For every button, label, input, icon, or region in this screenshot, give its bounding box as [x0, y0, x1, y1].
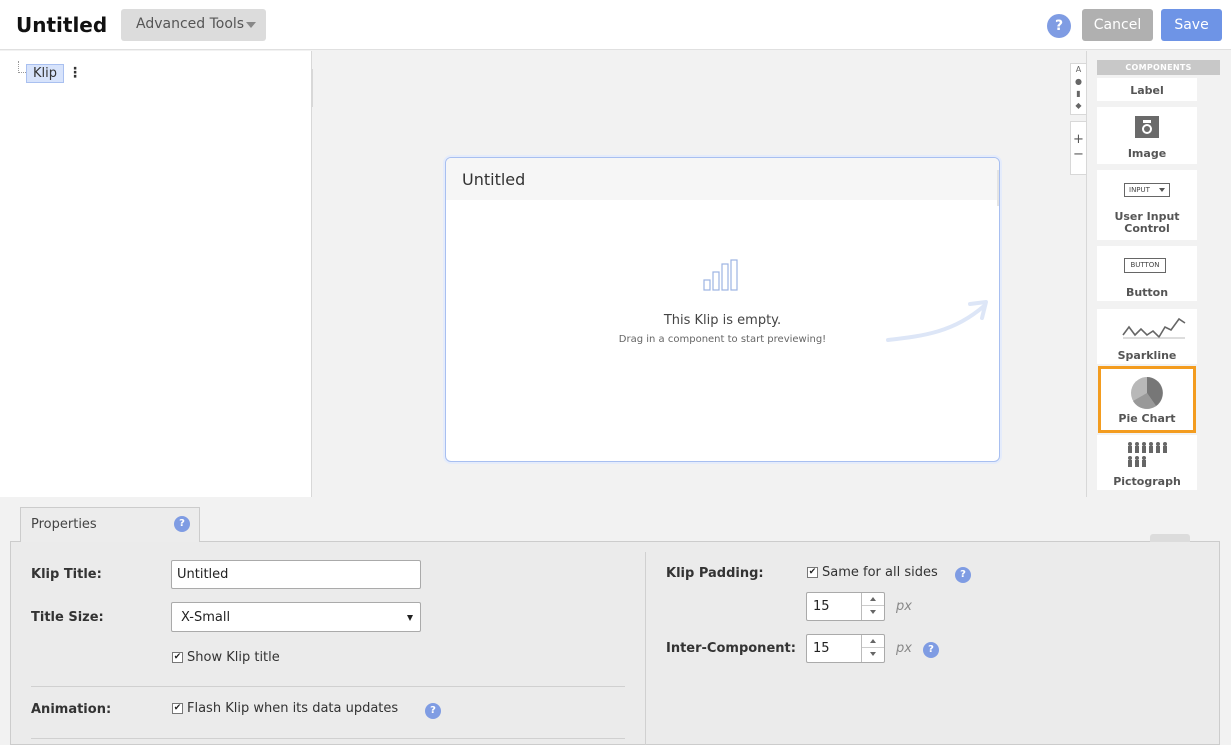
same-sides-checkbox[interactable]: ✔: [807, 567, 818, 578]
panel-collapse-handle[interactable]: [1150, 534, 1190, 542]
component-label[interactable]: Label: [1097, 78, 1197, 101]
inter-component-value: 15: [813, 641, 830, 656]
component-pictograph-text: Pictograph: [1113, 475, 1181, 488]
flash-klip-label: Flash Klip when its data updates: [187, 701, 399, 716]
advanced-tools-dropdown[interactable]: Advanced Tools: [121, 9, 266, 41]
component-image-text: Image: [1127, 147, 1167, 160]
cancel-button[interactable]: Cancel: [1082, 9, 1153, 41]
help-icon[interactable]: ?: [1047, 14, 1071, 38]
decrement-button[interactable]: [862, 606, 884, 619]
tree-node-klip[interactable]: Klip: [26, 64, 65, 83]
input-dropdown-icon: INPUT: [1124, 183, 1170, 197]
component-type-toolbar: A ● ▮ ◆: [1070, 63, 1087, 115]
component-pie-chart-text: Pie Chart: [1118, 412, 1176, 425]
klip-scrollbar[interactable]: [997, 170, 999, 206]
inter-component-stepper[interactable]: 15: [806, 634, 885, 663]
drag-arrow-icon: [886, 300, 988, 342]
tab-properties-label: Properties: [31, 517, 97, 532]
padding-value: 15: [813, 599, 830, 614]
padding-stepper[interactable]: 15: [806, 592, 885, 621]
column-divider: [645, 552, 646, 745]
decrement-button[interactable]: [862, 648, 884, 661]
pictograph-icon: [1128, 442, 1167, 467]
component-sparkline-text: Sparkline: [1117, 349, 1177, 362]
component-user-input-text: User Input Control: [1114, 210, 1180, 235]
klip-title-label: Klip Title:: [31, 567, 102, 582]
component-image[interactable]: Image: [1097, 107, 1197, 164]
zoom-toolbar: + −: [1070, 121, 1087, 175]
pie-chart-icon: [1131, 377, 1163, 409]
component-sparkline[interactable]: Sparkline: [1097, 309, 1197, 364]
top-header: Untitled Advanced Tools ? Cancel Save: [0, 0, 1231, 50]
component-pie-chart[interactable]: Pie Chart: [1098, 366, 1196, 433]
animation-label: Animation:: [31, 702, 112, 717]
increment-button[interactable]: [862, 593, 884, 606]
misc-type-icon[interactable]: ◆: [1071, 100, 1086, 112]
component-user-input[interactable]: INPUT User Input Control: [1097, 170, 1197, 240]
advanced-tools-label: Advanced Tools: [136, 16, 245, 32]
increment-button[interactable]: [862, 635, 884, 648]
title-size-select[interactable]: X-Small: [171, 602, 421, 632]
zoom-in-icon[interactable]: +: [1071, 132, 1086, 147]
show-title-label: Show Klip title: [187, 650, 280, 665]
title-size-label: Title Size:: [31, 610, 104, 625]
klip-title: Untitled: [446, 158, 999, 200]
more-options-icon[interactable]: ⋮: [68, 65, 82, 81]
help-icon[interactable]: ?: [923, 642, 939, 658]
text-type-icon[interactable]: A: [1071, 64, 1086, 76]
divider: [31, 738, 625, 739]
klip-preview[interactable]: Untitled This Klip is empty. Drag in a c…: [445, 157, 1000, 462]
components-header: COMPONENTS: [1097, 60, 1220, 75]
component-pictograph[interactable]: Pictograph: [1097, 435, 1197, 490]
chevron-down-icon: [246, 22, 256, 28]
tab-properties[interactable]: Properties: [20, 507, 200, 542]
same-sides-label: Same for all sides: [822, 565, 938, 580]
pie-type-icon[interactable]: ●: [1071, 76, 1086, 88]
divider: [31, 686, 625, 687]
camera-icon: [1135, 116, 1159, 138]
zoom-out-icon[interactable]: −: [1071, 147, 1086, 162]
show-title-checkbox[interactable]: ✔: [172, 652, 183, 663]
component-button[interactable]: BUTTON Button: [1097, 246, 1197, 301]
tree-connector: [18, 61, 26, 73]
save-button[interactable]: Save: [1161, 9, 1222, 41]
help-icon[interactable]: ?: [174, 516, 190, 532]
page-title[interactable]: Untitled: [16, 13, 107, 37]
bar-type-icon[interactable]: ▮: [1071, 88, 1086, 100]
sparkline-icon: [1122, 317, 1186, 339]
title-size-value: X-Small: [181, 610, 231, 625]
inter-component-label: Inter-Component:: [666, 641, 796, 656]
chevron-down-icon: [407, 615, 413, 621]
klip-title-input[interactable]: Untitled: [171, 560, 421, 589]
bar-chart-icon: [703, 259, 738, 291]
help-icon[interactable]: ?: [955, 567, 971, 583]
padding-unit: px: [896, 599, 912, 614]
inter-component-unit: px: [896, 641, 912, 656]
flash-klip-checkbox[interactable]: ✔: [172, 703, 183, 714]
button-icon: BUTTON: [1124, 258, 1166, 273]
component-button-text: Button: [1125, 286, 1169, 299]
klip-padding-label: Klip Padding:: [666, 566, 764, 581]
klip-tree-panel: Klip ⋮: [0, 51, 312, 497]
component-label-text: Label: [1130, 84, 1164, 97]
help-icon[interactable]: ?: [425, 703, 441, 719]
